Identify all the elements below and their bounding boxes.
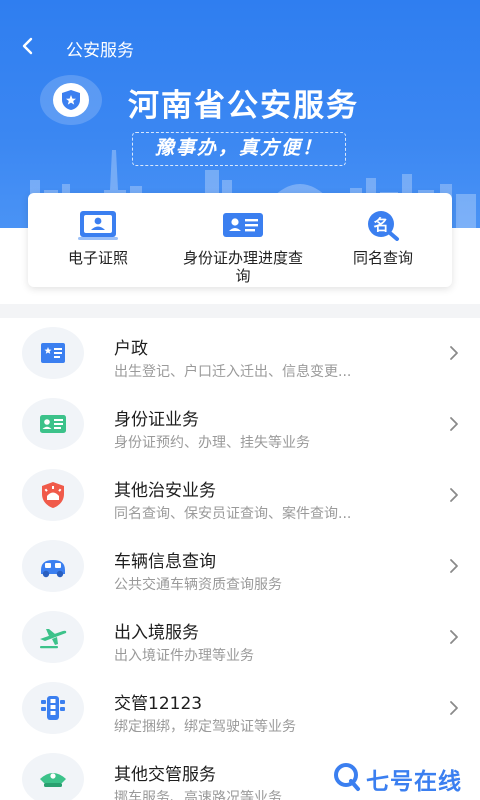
quick-actions-card: 电子证照 身份证办理进度查询 名 同名查询 <box>28 193 452 287</box>
quick-action-label: 电子证照 <box>67 249 128 267</box>
service-row-vehicle-info[interactable]: 车辆信息查询 公共交通车辆资质查询服务 <box>0 531 480 602</box>
hero-title: 河南省公安服务 <box>128 88 359 124</box>
quick-action-label: 身份证办理进度查询 <box>182 249 303 285</box>
household-book-icon <box>41 343 65 363</box>
svg-text:名: 名 <box>373 216 388 234</box>
police-hat-icon <box>40 773 66 787</box>
watermark-logo-icon <box>334 763 360 791</box>
name-search-icon: 名 <box>368 211 399 241</box>
service-title: 交管12123 <box>114 694 203 714</box>
quick-action-id-progress[interactable]: 身份证办理进度查询 <box>168 193 318 287</box>
top-bar: 公安服务 <box>0 28 480 68</box>
chevron-right-icon <box>450 630 458 644</box>
service-title: 出入境服务 <box>114 623 199 643</box>
service-title: 其他交管服务 <box>114 765 216 785</box>
watermark-text: 七号在线 <box>366 769 462 795</box>
back-button[interactable] <box>14 30 42 62</box>
id-card-green-icon <box>40 415 66 433</box>
service-title: 户政 <box>114 339 148 359</box>
service-icon-bg <box>22 327 84 379</box>
chevron-right-icon <box>450 488 458 502</box>
service-title: 车辆信息查询 <box>114 552 216 572</box>
id-card-icon <box>78 211 118 240</box>
service-icon-bg <box>22 398 84 450</box>
service-row-traffic-12123[interactable]: 交管12123 绑定捆绑，绑定驾驶证等业务 <box>0 673 480 744</box>
airplane-icon <box>40 629 67 649</box>
service-row-id-card[interactable]: 身份证业务 身份证预约、办理、挂失等业务 <box>0 389 480 460</box>
quick-action-e-certificate[interactable]: 电子证照 <box>48 193 148 287</box>
service-icon-bg <box>22 753 84 800</box>
chevron-right-icon <box>450 559 458 573</box>
watermark: 七号在线 <box>332 756 480 796</box>
police-badge-logo <box>40 75 102 125</box>
service-subtitle: 身份证预约、办理、挂失等业务 <box>114 435 310 451</box>
service-row-exit-entry[interactable]: 出入境服务 出入境证件办理等业务 <box>0 602 480 673</box>
service-icon-bg <box>22 682 84 734</box>
service-icon-bg <box>22 540 84 592</box>
slogan: 豫事办，真方便！ <box>132 132 346 166</box>
service-subtitle: 绑定捆绑，绑定驾驶证等业务 <box>114 719 296 735</box>
service-subtitle: 同名查询、保安员证查询、案件查询... <box>114 506 352 522</box>
service-subtitle: 出生登记、户口迁入迁出、信息变更... <box>114 364 352 380</box>
chevron-right-icon <box>450 417 458 431</box>
service-subtitle: 出入境证件办理等业务 <box>114 648 254 664</box>
service-subtitle: 挪车服务、高速路况等业务 <box>114 790 282 800</box>
traffic-light-icon <box>41 696 65 720</box>
page-title: 公安服务 <box>66 41 134 61</box>
service-icon-bg <box>22 469 84 521</box>
quick-action-same-name[interactable]: 名 同名查询 <box>328 193 438 287</box>
chevron-right-icon <box>450 346 458 360</box>
id-badge-icon <box>223 213 263 237</box>
section-divider <box>0 304 480 318</box>
service-title: 其他治安业务 <box>114 481 216 501</box>
service-title: 身份证业务 <box>114 410 199 430</box>
chevron-left-icon <box>22 37 33 55</box>
service-row-public-security[interactable]: 其他治安业务 同名查询、保安员证查询、案件查询... <box>0 460 480 531</box>
shield-alarm-icon <box>42 482 64 508</box>
service-icon-bg <box>22 611 84 663</box>
quick-action-label: 同名查询 <box>352 249 413 267</box>
vehicle-icon <box>41 560 65 578</box>
police-star-icon <box>62 90 80 110</box>
service-row-household[interactable]: 户政 出生登记、户口迁入迁出、信息变更... <box>0 318 480 389</box>
service-subtitle: 公共交通车辆资质查询服务 <box>114 577 282 593</box>
chevron-right-icon <box>450 701 458 715</box>
